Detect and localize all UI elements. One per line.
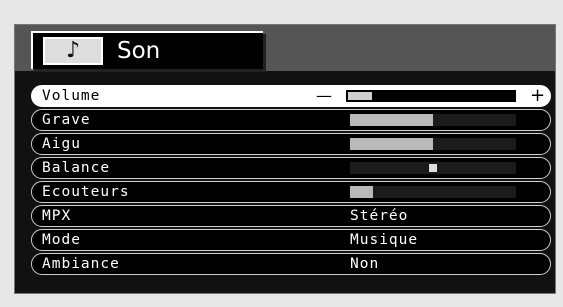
volume-slider[interactable] [346,90,516,102]
menu-item-label: Mode [42,232,81,248]
menu-item-label: Ambiance [42,256,120,272]
menu-title: Son [117,38,161,64]
menu-item-aigu[interactable]: Aigu [31,133,551,155]
ecouteurs-slider[interactable] [350,186,516,198]
balance-slider[interactable] [350,162,516,174]
plus-icon[interactable]: + [530,86,545,105]
music-note-icon: ♪ [43,37,103,65]
volume-slider-fill [348,92,372,100]
aigu-slider[interactable] [350,138,516,150]
menu-item-value: Stéréo [350,208,409,224]
menu-item-label: MPX [42,208,72,224]
minus-icon[interactable]: — [316,87,332,105]
grave-slider-fill [350,114,433,126]
menu-item-label: Volume [42,88,101,104]
grave-slider[interactable] [350,114,516,126]
menu-item-value: Musique [350,232,419,248]
menu-title-tab: ♪ Son [31,31,263,69]
menu-item-mode[interactable]: Mode Musique [31,229,551,251]
aigu-slider-fill [350,138,433,150]
menu-item-label: Grave [42,112,91,128]
menu-item-ecouteurs[interactable]: Ecouteurs [31,181,551,203]
balance-marker [429,164,437,172]
menu-item-label: Balance [42,160,111,176]
menu-item-volume[interactable]: Volume — + [31,85,551,107]
menu-item-ambiance[interactable]: Ambiance Non [31,253,551,275]
menu-item-mpx[interactable]: MPX Stéréo [31,205,551,227]
menu-item-label: Ecouteurs [42,184,130,200]
menu-item-balance[interactable]: Balance [31,157,551,179]
menu-item-value: Non [350,256,380,272]
menu-rows: Volume — + Grave Aigu Balance Ecouteurs … [31,85,551,277]
menu-item-label: Aigu [42,136,81,152]
ecouteurs-slider-fill [350,186,374,198]
sound-menu-panel: ♪ Son Volume — + Grave Aigu Balance Ecou… [14,24,556,294]
menu-item-grave[interactable]: Grave [31,109,551,131]
